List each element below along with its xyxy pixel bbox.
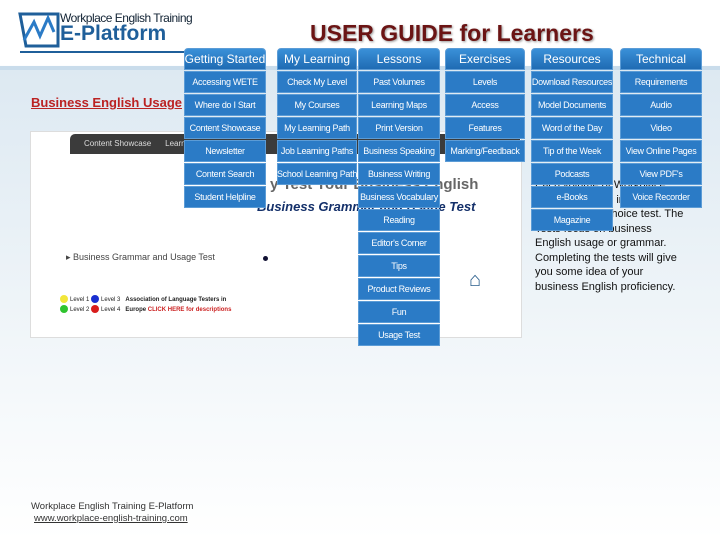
- tab-content-showcase[interactable]: Content Showcase: [84, 139, 151, 148]
- menu-item-usage-test[interactable]: Usage Test: [358, 324, 440, 346]
- level-legend: Level 1 Level 3 Association of Language …: [60, 295, 231, 315]
- menu-item-model-documents[interactable]: Model Documents: [531, 94, 613, 116]
- menu-item-learning-maps[interactable]: Learning Maps: [358, 94, 440, 116]
- menu-item-e-books[interactable]: e-Books: [531, 186, 613, 208]
- menu-item-access[interactable]: Access: [445, 94, 525, 116]
- menu-item-requirements[interactable]: Requirements: [620, 71, 702, 93]
- menu-item-word-of-the-day[interactable]: Word of the Day: [531, 117, 613, 139]
- logo-main-text: E-Platform: [60, 22, 167, 45]
- menu-item-view-pdf-s[interactable]: View PDF's: [620, 163, 702, 185]
- page-link[interactable]: Business English Usage: [31, 95, 182, 110]
- menu-item-tip-of-the-week[interactable]: Tip of the Week: [531, 140, 613, 162]
- menu-item-editor-s-corner[interactable]: Editor's Corner: [358, 232, 440, 254]
- menu-item-school-learning-path[interactable]: School Learning Path: [277, 163, 357, 185]
- menu-item-accessing-wete[interactable]: Accessing WETE: [184, 71, 266, 93]
- menu-item-levels[interactable]: Levels: [445, 71, 525, 93]
- menu-item-voice-recorder[interactable]: Voice Recorder: [620, 186, 702, 208]
- menu-item-business-speaking[interactable]: Business Speaking: [358, 140, 440, 162]
- menu-item-content-search[interactable]: Content Search: [184, 163, 266, 185]
- menu-item-podcasts[interactable]: Podcasts: [531, 163, 613, 185]
- footer: Workplace English Training E-Platform www…: [31, 501, 193, 525]
- menu-item-my-courses[interactable]: My Courses: [277, 94, 357, 116]
- menu-item-print-version[interactable]: Print Version: [358, 117, 440, 139]
- menu-getting-started[interactable]: Getting Started: [184, 48, 266, 70]
- menu-item-my-learning-path[interactable]: My Learning Path: [277, 117, 357, 139]
- menu-technical[interactable]: Technical: [620, 48, 702, 70]
- menu-item-student-helpline[interactable]: Student Helpline: [184, 186, 266, 208]
- menu-item-audio[interactable]: Audio: [620, 94, 702, 116]
- home-icon[interactable]: ⌂: [469, 269, 481, 292]
- menu-exercises[interactable]: Exercises: [445, 48, 525, 70]
- menu-item-job-learning-paths[interactable]: Job Learning Paths: [277, 140, 357, 162]
- level2-label: Level 2: [70, 307, 90, 313]
- footer-name: Workplace English Training E-Platform: [31, 501, 194, 512]
- menu-item-check-my-level[interactable]: Check My Level: [277, 71, 357, 93]
- menu-item-fun[interactable]: Fun: [358, 301, 440, 323]
- tab-learn[interactable]: Learn: [165, 139, 185, 148]
- menu-item-business-vocabulary[interactable]: Business Vocabulary: [358, 186, 440, 208]
- menu-item-product-reviews[interactable]: Product Reviews: [358, 278, 440, 300]
- test-link-label: Business Grammar and Usage Test: [73, 252, 215, 262]
- assoc-text-2: Europe: [125, 307, 147, 313]
- footer-link[interactable]: www.workplace-english-training.com: [34, 513, 188, 524]
- menu-resources[interactable]: Resources: [531, 48, 613, 70]
- menu-item-video[interactable]: Video: [620, 117, 702, 139]
- test-link[interactable]: ▸ Business Grammar and Usage Test: [66, 252, 215, 263]
- menu-item-business-writing[interactable]: Business Writing: [358, 163, 440, 185]
- menu-item-newsletter[interactable]: Newsletter: [184, 140, 266, 162]
- level4-label: Level 4: [101, 307, 121, 313]
- level4-dot-icon: [91, 305, 100, 314]
- menu-item-past-volumes[interactable]: Past Volumes: [358, 71, 440, 93]
- menu-item-download-resources[interactable]: Download Resources: [531, 71, 613, 93]
- level1-label: Level 1: [70, 297, 90, 303]
- level3-label: Level 3: [101, 297, 121, 303]
- assoc-text: Association of Language Testers in: [125, 297, 227, 303]
- menu-lessons[interactable]: Lessons: [358, 48, 440, 70]
- page-title: USER GUIDE for Learners: [310, 20, 594, 46]
- level3-dot-icon: [91, 295, 100, 304]
- menu-item-content-showcase[interactable]: Content Showcase: [184, 117, 266, 139]
- level2-dot-icon: [60, 305, 68, 314]
- level-dot: [263, 256, 268, 261]
- menu-item-features[interactable]: Features: [445, 117, 525, 139]
- menu-my-learning[interactable]: My Learning: [277, 48, 357, 70]
- menu-item-marking-feedback[interactable]: Marking/Feedback: [445, 140, 525, 162]
- menu-item-where-do-i-start[interactable]: Where do I Start: [184, 94, 266, 116]
- menu-item-tips[interactable]: Tips: [358, 255, 440, 277]
- descriptions-link[interactable]: CLICK HERE for descriptions: [148, 307, 232, 313]
- menu-item-magazine[interactable]: Magazine: [531, 209, 613, 231]
- menu-item-reading[interactable]: Reading: [358, 209, 440, 231]
- level1-dot-icon: [60, 295, 68, 304]
- menu-item-view-online-pages[interactable]: View Online Pages: [620, 140, 702, 162]
